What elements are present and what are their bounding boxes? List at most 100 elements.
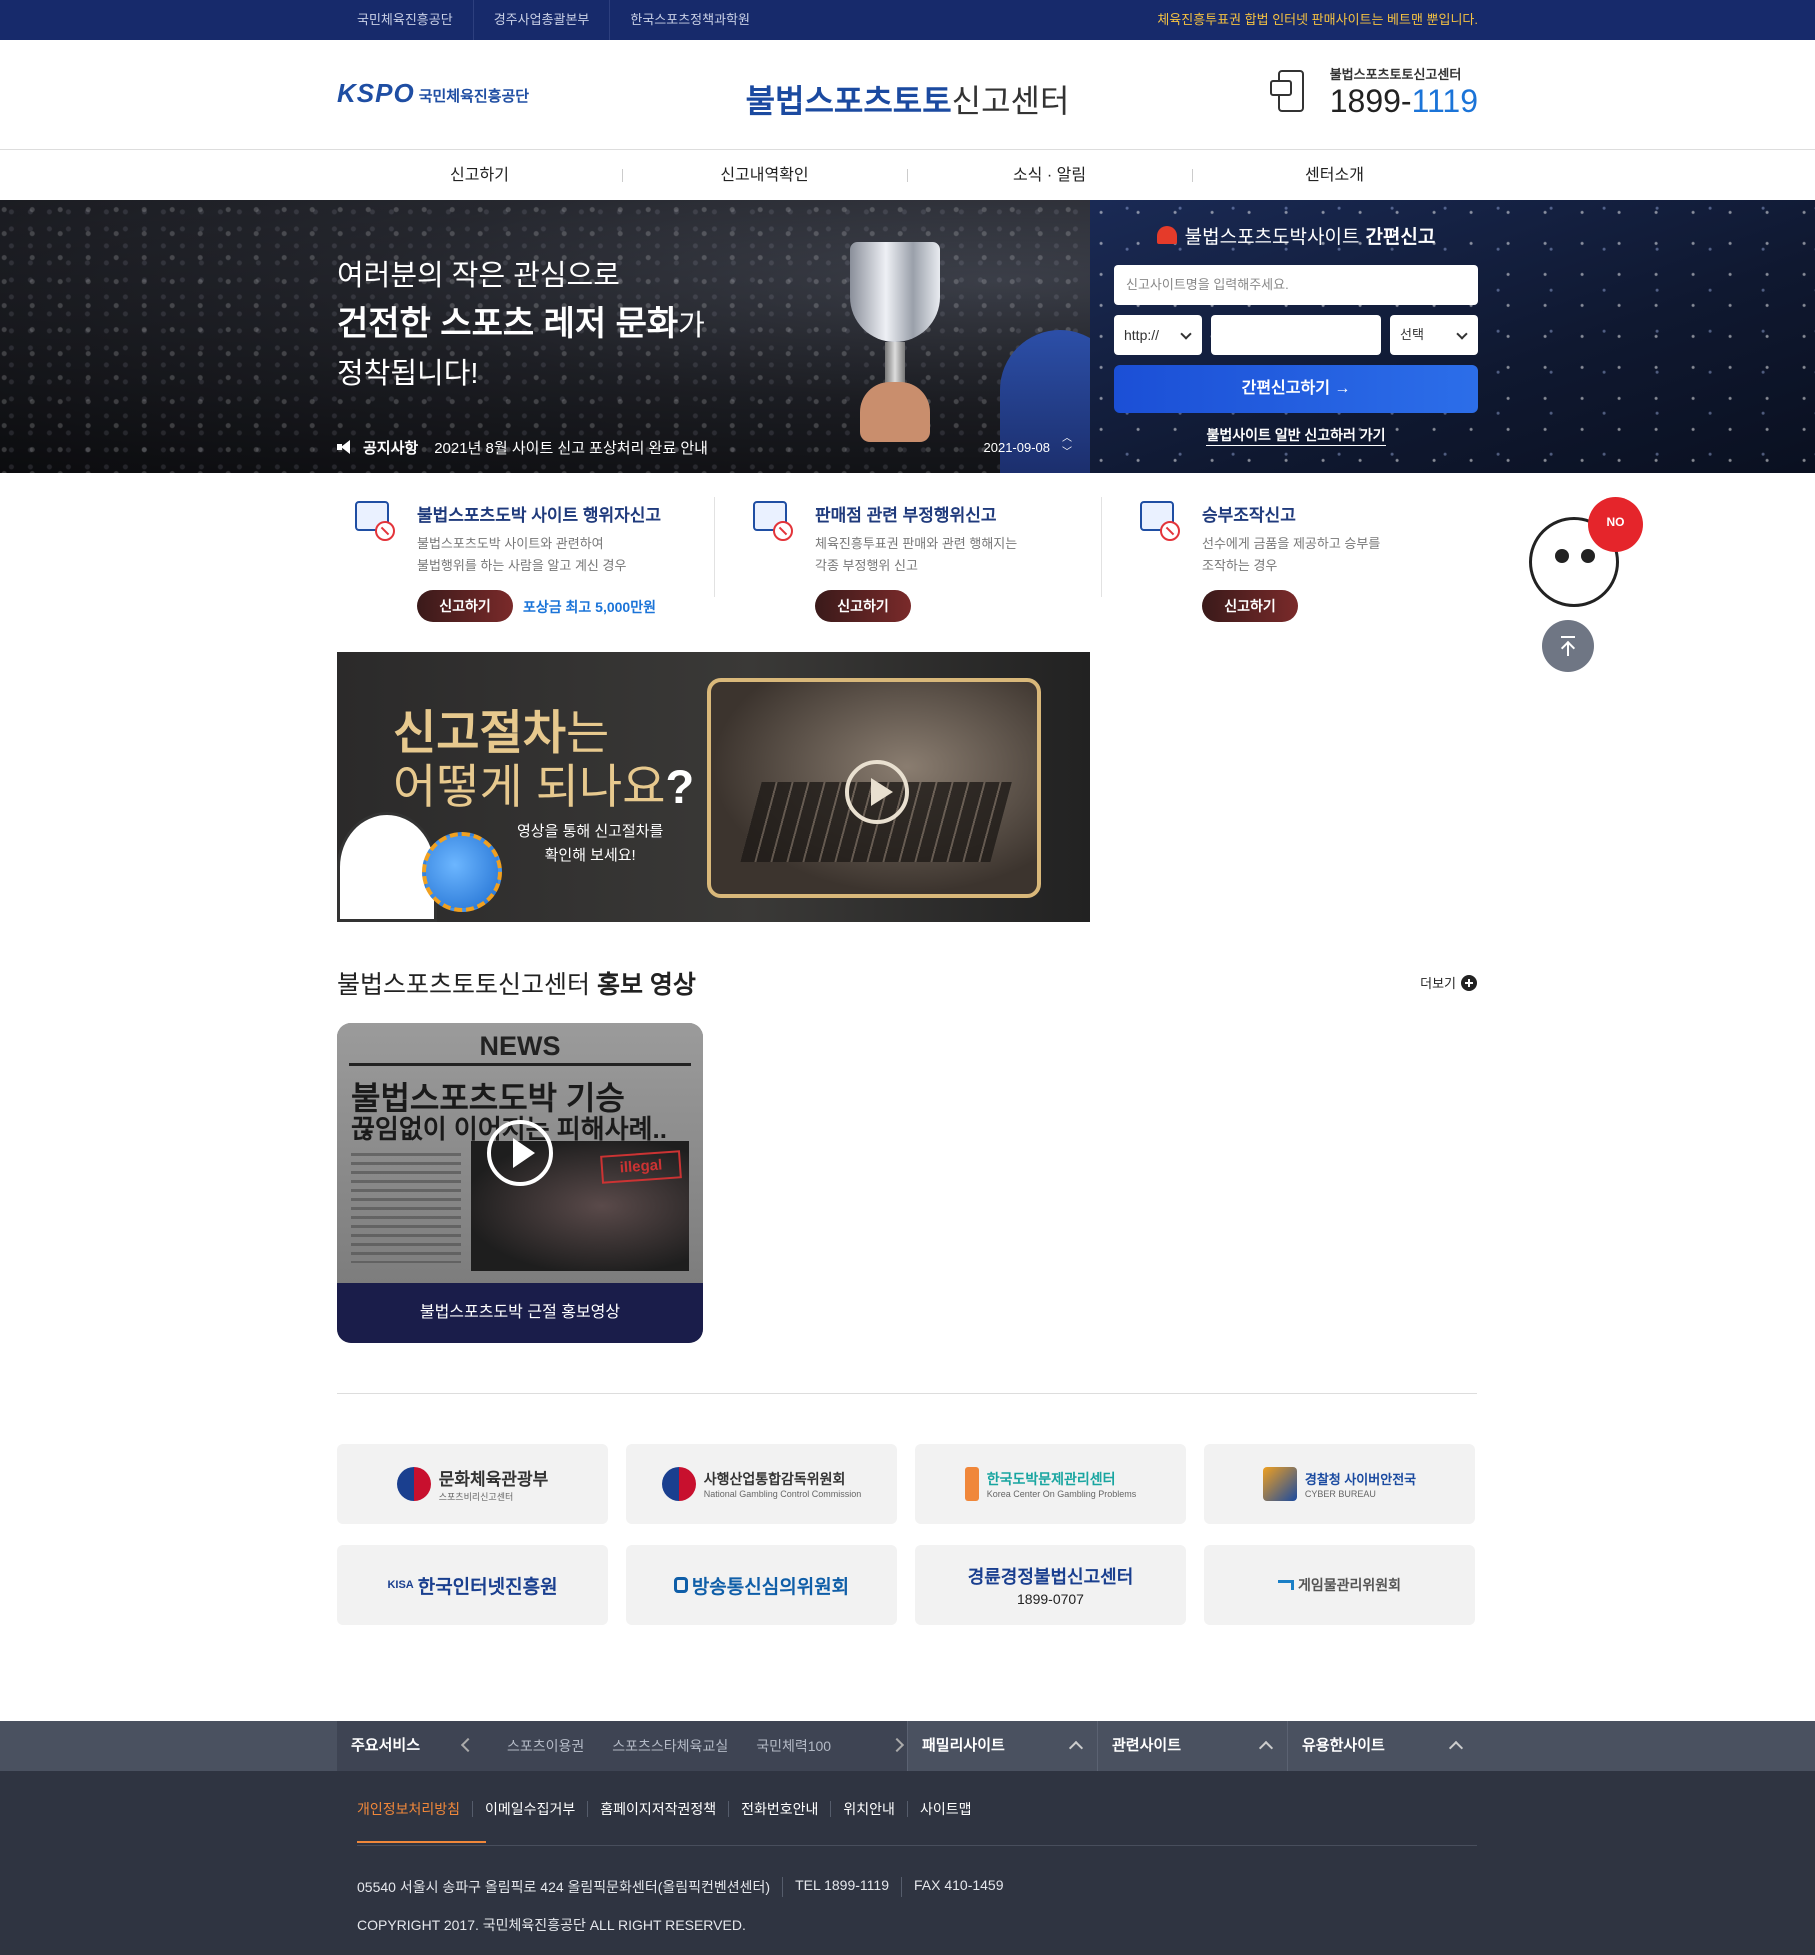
service-link[interactable]: 스포츠스타체육교실 bbox=[612, 1721, 728, 1771]
grac-logo-icon bbox=[1277, 1580, 1294, 1590]
phone-icon bbox=[1268, 66, 1320, 118]
report-button[interactable]: 신고하기 bbox=[1202, 590, 1298, 622]
card-desc: 선수에게 금품을 제공하고 승부를 조작하는 경우 bbox=[1202, 536, 1381, 573]
privacy-policy-link[interactable]: 개인정보처리방침 bbox=[357, 1801, 472, 1817]
reward-text: 포상금 최고 5,000만원 bbox=[523, 599, 656, 615]
quick-report-button[interactable]: 간편신고하기 → bbox=[1114, 365, 1478, 413]
hero-visual: 여러분의 작은 관심으로 건전한 스포츠 레저 문화가 정착됩니다! 공지사항 … bbox=[0, 200, 1090, 473]
general-report-link[interactable]: 불법사이트 일반 신고하러 가기 bbox=[1114, 425, 1478, 446]
copyright: COPYRIGHT 2017. 국민체육진흥공단 ALL RIGHT RESER… bbox=[357, 1917, 746, 1933]
partner-ngcc[interactable]: 사행산업통합감독위원회 National Gambling Control Com… bbox=[626, 1444, 897, 1524]
video-thumbnail[interactable] bbox=[707, 678, 1041, 898]
hero-banner: 여러분의 작은 관심으로 건전한 스포츠 레저 문화가 정착됩니다! 공지사항 … bbox=[0, 200, 1815, 473]
chevron-up-icon bbox=[1068, 1740, 1084, 1756]
scroll-top-button[interactable] bbox=[1542, 620, 1594, 672]
service-link[interactable]: 국민체력100 bbox=[756, 1721, 831, 1771]
partner-kisa[interactable]: KISA 한국인터넷진흥원 bbox=[337, 1545, 608, 1625]
more-link[interactable]: 더보기 bbox=[1420, 973, 1477, 992]
header: KSPO 국민체육진흥공단 불법스포츠토토신고센터 불법스포츠토토신고센터 18… bbox=[0, 40, 1815, 150]
sitemap-link[interactable]: 사이트맵 bbox=[906, 1801, 984, 1817]
main-nav: 신고하기 신고내역확인 소식 · 알림 센터소개 bbox=[337, 151, 1477, 200]
card-title[interactable]: 불법스포츠도박 사이트 행위자신고 bbox=[417, 501, 661, 526]
email-refusal-link[interactable]: 이메일수집거부 bbox=[472, 1801, 587, 1817]
topbar-notice: 체육진흥투표권 합법 인터넷 판매사이트는 베트맨 뿐입니다. bbox=[1157, 12, 1478, 27]
copyright-policy-link[interactable]: 홈페이지저작권정책 bbox=[587, 1801, 728, 1817]
chevron-up-icon[interactable]: ︿ bbox=[1062, 433, 1072, 444]
partner-cycle-racing[interactable]: 경륜경정불법신고센터 1899-0707 bbox=[915, 1545, 1186, 1625]
category-select[interactable]: 선택 bbox=[1390, 315, 1478, 355]
video-caption[interactable]: 불법스포츠도박 근절 홍보영상 bbox=[337, 1283, 703, 1343]
nav-report-history[interactable]: 신고내역확인 bbox=[622, 151, 907, 200]
top-link-sports-science[interactable]: 한국스포츠정책과학원 bbox=[610, 0, 770, 40]
divider bbox=[1101, 497, 1102, 597]
play-icon[interactable] bbox=[845, 760, 909, 824]
no-badge: NO bbox=[1588, 497, 1643, 552]
report-card-retailer: 판매점 관련 부정행위신고 체육진흥투표권 판매와 관련 행해지는 각종 부정행위… bbox=[735, 473, 1115, 623]
taegeuk-icon bbox=[396, 1467, 431, 1501]
notice-label[interactable]: 공지사항 bbox=[363, 437, 418, 458]
quick-report-title: 불법스포츠도박사이트 간편신고 bbox=[1114, 222, 1478, 248]
site-name-input[interactable]: 신고사이트명을 입력해주세요. bbox=[1114, 265, 1478, 305]
notice-ticker: 공지사항 2021년 8월 사이트 신고 포상처리 완료 안내 2021-09-… bbox=[337, 433, 1072, 458]
nav-report[interactable]: 신고하기 bbox=[337, 151, 622, 200]
chevron-up-icon bbox=[1448, 1740, 1464, 1756]
site-url-input[interactable] bbox=[1211, 315, 1381, 355]
partner-kcgp[interactable]: 한국도박문제관리센터 Korea Center On Gambling Probl… bbox=[915, 1444, 1186, 1524]
chevron-right-icon[interactable] bbox=[889, 1737, 905, 1753]
kcgp-logo-icon bbox=[964, 1467, 979, 1501]
trophy-image bbox=[840, 242, 950, 442]
family-site-dropdown[interactable]: 패밀리사이트 bbox=[907, 1721, 1097, 1771]
location-link[interactable]: 위치안내 bbox=[830, 1801, 907, 1817]
hero-slogan: 여러분의 작은 관심으로 건전한 스포츠 레저 문화가 정착됩니다! bbox=[337, 260, 705, 390]
top-utility-bar: 국민체육진흥공단 경주사업총괄본부 한국스포츠정책과학원 체육진흥투표권 합법 … bbox=[0, 0, 1815, 40]
related-site-dropdown[interactable]: 관련사이트 bbox=[1097, 1721, 1287, 1771]
site-title[interactable]: 불법스포츠토토신고센터 bbox=[0, 76, 1815, 122]
main-services-label: 주요서비스 bbox=[351, 1737, 421, 1754]
play-icon[interactable] bbox=[487, 1120, 553, 1186]
spiky-ball-image bbox=[422, 832, 502, 912]
promo-video-header: 불법스포츠토토신고센터 홍보 영상 더보기 bbox=[337, 965, 1477, 999]
police-logo-icon bbox=[1262, 1467, 1297, 1501]
partner-grac[interactable]: 게임물관리위원회 bbox=[1204, 1545, 1475, 1625]
family-links: 국민체육진흥공단 경주사업총괄본부 한국스포츠정책과학원 bbox=[337, 0, 770, 40]
report-card-bettor: 불법스포츠도박 사이트 행위자신고 불법스포츠도박 사이트와 관련하여 불법행위를… bbox=[337, 473, 717, 623]
card-title[interactable]: 판매점 관련 부정행위신고 bbox=[815, 501, 997, 526]
report-button[interactable]: 신고하기 bbox=[815, 590, 911, 622]
phone-directory-link[interactable]: 전화번호안내 bbox=[728, 1801, 830, 1817]
card-desc: 불법스포츠도박 사이트와 관련하여 불법행위를 하는 사람을 알고 계신 경우 bbox=[417, 536, 627, 573]
partner-police-cyber[interactable]: 경찰청 사이버안전국 CYBER BUREAU bbox=[1204, 1444, 1475, 1524]
top-link-racing-hq[interactable]: 경주사업총괄본부 bbox=[474, 0, 611, 40]
taegeuk-icon bbox=[661, 1467, 696, 1501]
notice-arrows[interactable]: ︿ ﹀ bbox=[1062, 432, 1072, 460]
store-ban-icon bbox=[753, 501, 795, 541]
chevron-down-icon[interactable]: ﹀ bbox=[1062, 447, 1072, 458]
useful-site-dropdown[interactable]: 유용한사이트 bbox=[1287, 1721, 1477, 1771]
card-desc: 체육진흥투표권 판매와 관련 행해지는 각종 부정행위 신고 bbox=[815, 536, 1018, 573]
video-thumbnail: NEWS 불법스포츠도박 기승 끊임없이 이어지는 피해사례.. illegal bbox=[337, 1023, 703, 1283]
plus-circle-icon bbox=[1461, 974, 1477, 991]
top-link-kspo[interactable]: 국민체육진흥공단 bbox=[337, 0, 474, 40]
notice-title[interactable]: 2021년 8월 사이트 신고 포상처리 완료 안내 bbox=[434, 437, 708, 458]
report-button[interactable]: 신고하기 bbox=[417, 590, 513, 622]
footer-service-bar: 주요서비스 스포츠이용권 스포츠스타체육교실 국민체력100 패밀리사이트 관련… bbox=[0, 1721, 1815, 1771]
chevron-left-icon[interactable] bbox=[460, 1737, 476, 1753]
monitor-ban-icon bbox=[355, 501, 397, 541]
promo-video-card[interactable]: NEWS 불법스포츠도박 기승 끊임없이 이어지는 피해사례.. illegal… bbox=[337, 1023, 703, 1343]
divider bbox=[337, 1393, 1477, 1394]
card-title[interactable]: 승부조작신고 bbox=[1202, 501, 1296, 526]
procedure-video-banner[interactable]: 신고절차는 어떻게 되나요? 영상을 통해 신고절차를 확인해 보세요! bbox=[337, 652, 1090, 922]
report-card-match-fixing: 승부조작신고 선수에게 금품을 제공하고 승부를 조작하는 경우 신고하기 bbox=[1122, 473, 1502, 623]
partner-mcst[interactable]: 문화체육관광부 스포츠비리신고센터 bbox=[337, 1444, 608, 1524]
service-link[interactable]: 스포츠이용권 bbox=[507, 1721, 584, 1771]
nav-center-intro[interactable]: 센터소개 bbox=[1192, 151, 1477, 200]
procedure-heading-2: 어떻게 되나요? bbox=[393, 760, 695, 813]
protocol-select[interactable]: http:// bbox=[1114, 315, 1202, 355]
site-title-bold: 불법스포츠토토 bbox=[745, 83, 952, 119]
hotline-number: 1899-1119 bbox=[1329, 83, 1478, 119]
trophy-ban-icon bbox=[1140, 501, 1182, 541]
hotline: 불법스포츠토토신고센터 1899-1119 bbox=[1268, 64, 1478, 119]
nav-news[interactable]: 소식 · 알림 bbox=[907, 151, 1192, 200]
partner-kcsc[interactable]: 방송통신심의위원회 bbox=[626, 1545, 897, 1625]
mascot-badge[interactable]: NO bbox=[1525, 497, 1643, 612]
main-services: 주요서비스 스포츠이용권 스포츠스타체육교실 국민체력100 bbox=[337, 1721, 907, 1771]
